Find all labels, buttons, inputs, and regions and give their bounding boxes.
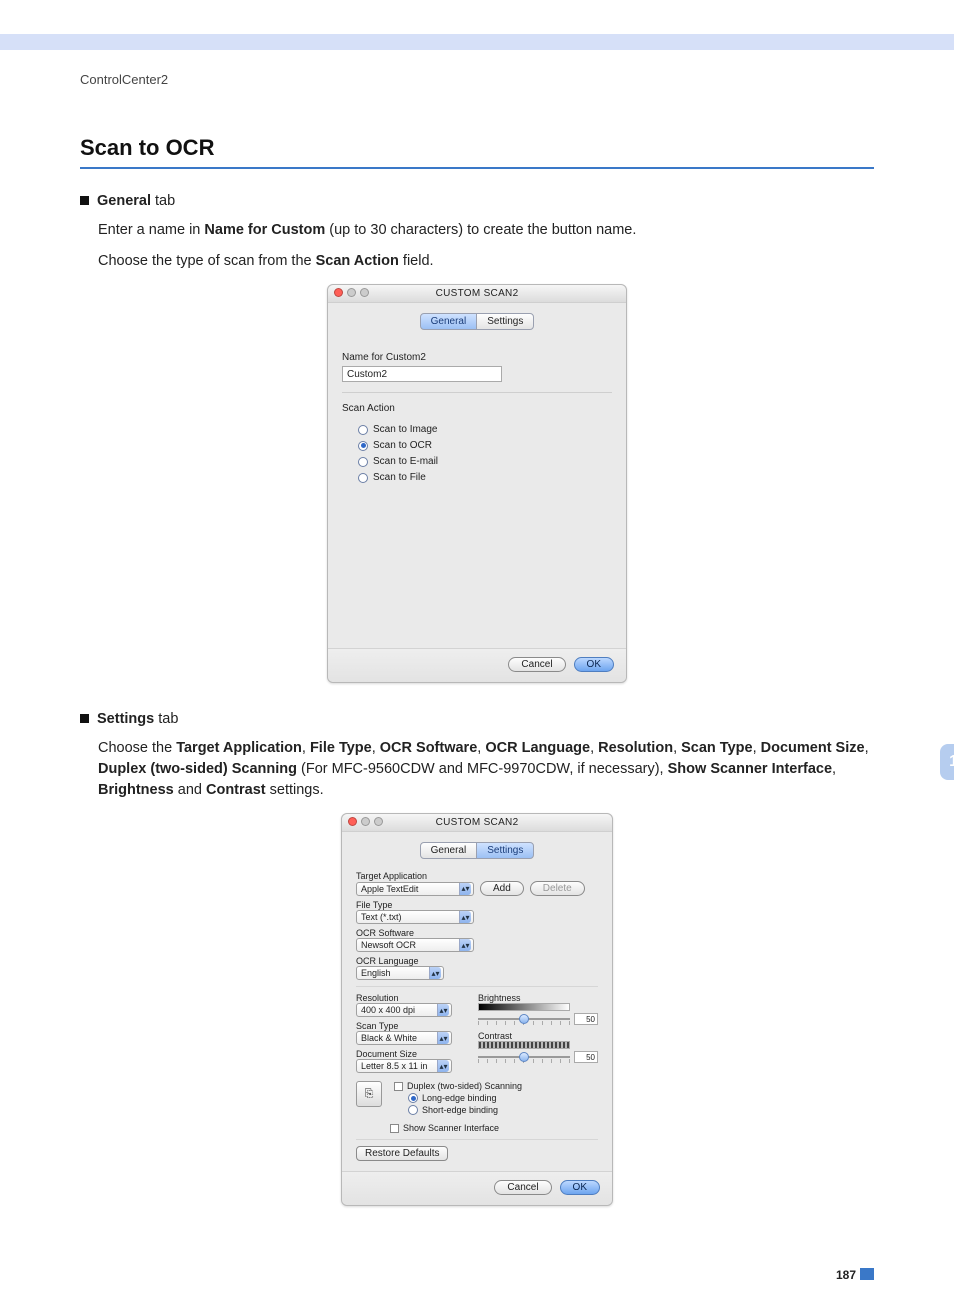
chevron-updown-icon: ▴▾ [459, 911, 471, 923]
label-short-edge: Short-edge binding [422, 1105, 498, 1115]
label-ocr-language: OCR Language [356, 956, 598, 966]
delete-button: Delete [530, 881, 585, 896]
label-ocr-software: OCR Software [356, 928, 598, 938]
restore-defaults-button[interactable]: Restore Defaults [356, 1146, 448, 1161]
minimize-icon [347, 288, 356, 297]
label-scan-type: Scan Type [356, 1021, 464, 1031]
bullet-icon [80, 196, 89, 205]
tab-settings[interactable]: Settings [476, 842, 534, 859]
chevron-updown-icon: ▴▾ [437, 1004, 449, 1016]
label-scan-action: Scan Action [342, 403, 612, 414]
name-for-custom-input[interactable]: Custom2 [342, 366, 502, 382]
ok-button[interactable]: OK [560, 1180, 600, 1195]
dialog-titlebar: CUSTOM SCAN2 [328, 285, 626, 303]
select-file-type[interactable]: Text (*.txt)▴▾ [356, 910, 474, 924]
radio-scan-to-file[interactable] [358, 473, 368, 483]
select-target-application[interactable]: Apple TextEdit▴▾ [356, 882, 474, 896]
select-ocr-software[interactable]: Newsoft OCR▴▾ [356, 938, 474, 952]
select-ocr-language[interactable]: English▴▾ [356, 966, 444, 980]
radio-long-edge[interactable] [408, 1093, 418, 1103]
select-resolution[interactable]: 400 x 400 dpi▴▾ [356, 1003, 452, 1017]
label-long-edge: Long-edge binding [422, 1093, 497, 1103]
radio-scan-to-e-mail[interactable] [358, 457, 368, 467]
minimize-icon [361, 817, 370, 826]
chevron-updown-icon: ▴▾ [459, 883, 471, 895]
radio-short-edge[interactable] [408, 1105, 418, 1115]
radio-label: Scan to E-mail [373, 456, 438, 467]
section-title: Scan to OCR [80, 135, 874, 169]
radio-row[interactable]: Scan to OCR [358, 440, 612, 451]
tab-settings[interactable]: Settings [476, 313, 534, 330]
slider-thumb-icon[interactable] [519, 1014, 529, 1024]
select-scan-type[interactable]: Black & White▴▾ [356, 1031, 452, 1045]
tab-general[interactable]: General [420, 313, 478, 330]
label-resolution: Resolution [356, 993, 464, 1003]
chapter-tab: 10 [940, 744, 954, 780]
cancel-button[interactable]: Cancel [494, 1180, 551, 1195]
radio-scan-to-image[interactable] [358, 425, 368, 435]
radio-row[interactable]: Scan to E-mail [358, 456, 612, 467]
chevron-updown-icon: ▴▾ [429, 967, 441, 979]
radio-scan-to-ocr[interactable] [358, 441, 368, 451]
label-name-for-custom: Name for Custom2 [342, 352, 612, 363]
page-header: ControlCenter2 [80, 72, 874, 87]
zoom-icon [374, 817, 383, 826]
radio-label: Scan to File [373, 472, 426, 483]
slider-thumb-icon[interactable] [519, 1052, 529, 1062]
dialog-title: CUSTOM SCAN2 [436, 817, 519, 828]
duplex-checkbox[interactable] [394, 1082, 403, 1091]
brightness-slider[interactable] [478, 1015, 570, 1023]
contrast-gradient [478, 1041, 570, 1049]
brightness-gradient [478, 1003, 570, 1011]
dialog-title: CUSTOM SCAN2 [436, 288, 519, 299]
dialog-titlebar: CUSTOM SCAN2 [342, 814, 612, 832]
label-document-size: Document Size [356, 1049, 464, 1059]
cancel-button[interactable]: Cancel [508, 657, 565, 672]
page-number: 187 [836, 1268, 874, 1282]
dialog-custom-scan-general: CUSTOM SCAN2 General Settings Name for C… [327, 284, 627, 683]
contrast-value[interactable]: 50 [574, 1051, 598, 1063]
paragraph-name-custom: Enter a name in Name for Custom (up to 3… [98, 220, 874, 241]
duplex-icon: ⎘ [356, 1081, 382, 1107]
label-file-type: File Type [356, 900, 598, 910]
chevron-updown-icon: ▴▾ [459, 939, 471, 951]
bullet-icon [80, 714, 89, 723]
label-brightness: Brightness [478, 993, 598, 1003]
chevron-updown-icon: ▴▾ [437, 1032, 449, 1044]
label-show-scanner: Show Scanner Interface [403, 1123, 499, 1133]
radio-row[interactable]: Scan to Image [358, 424, 612, 435]
close-icon[interactable] [348, 817, 357, 826]
show-scanner-checkbox[interactable] [390, 1124, 399, 1133]
chevron-updown-icon: ▴▾ [437, 1060, 449, 1072]
radio-label: Scan to Image [373, 424, 437, 435]
brightness-value[interactable]: 50 [574, 1013, 598, 1025]
add-button[interactable]: Add [480, 881, 524, 896]
radio-label: Scan to OCR [373, 440, 432, 451]
paragraph-scan-action: Choose the type of scan from the Scan Ac… [98, 251, 874, 272]
contrast-slider[interactable] [478, 1053, 570, 1061]
bullet-general: General tab [97, 191, 175, 212]
label-duplex: Duplex (two-sided) Scanning [407, 1081, 522, 1091]
zoom-icon [360, 288, 369, 297]
close-icon[interactable] [334, 288, 343, 297]
header-band [0, 34, 954, 50]
tab-general[interactable]: General [420, 842, 478, 859]
ok-button[interactable]: OK [574, 657, 614, 672]
label-contrast: Contrast [478, 1031, 598, 1041]
select-document-size[interactable]: Letter 8.5 x 11 in▴▾ [356, 1059, 452, 1073]
paragraph-settings: Choose the Target Application, File Type… [98, 738, 874, 801]
bullet-settings: Settings tab [97, 709, 178, 730]
label-target-application: Target Application [356, 871, 598, 881]
dialog-custom-scan-settings: CUSTOM SCAN2 General Settings Target App… [341, 813, 613, 1206]
radio-row[interactable]: Scan to File [358, 472, 612, 483]
